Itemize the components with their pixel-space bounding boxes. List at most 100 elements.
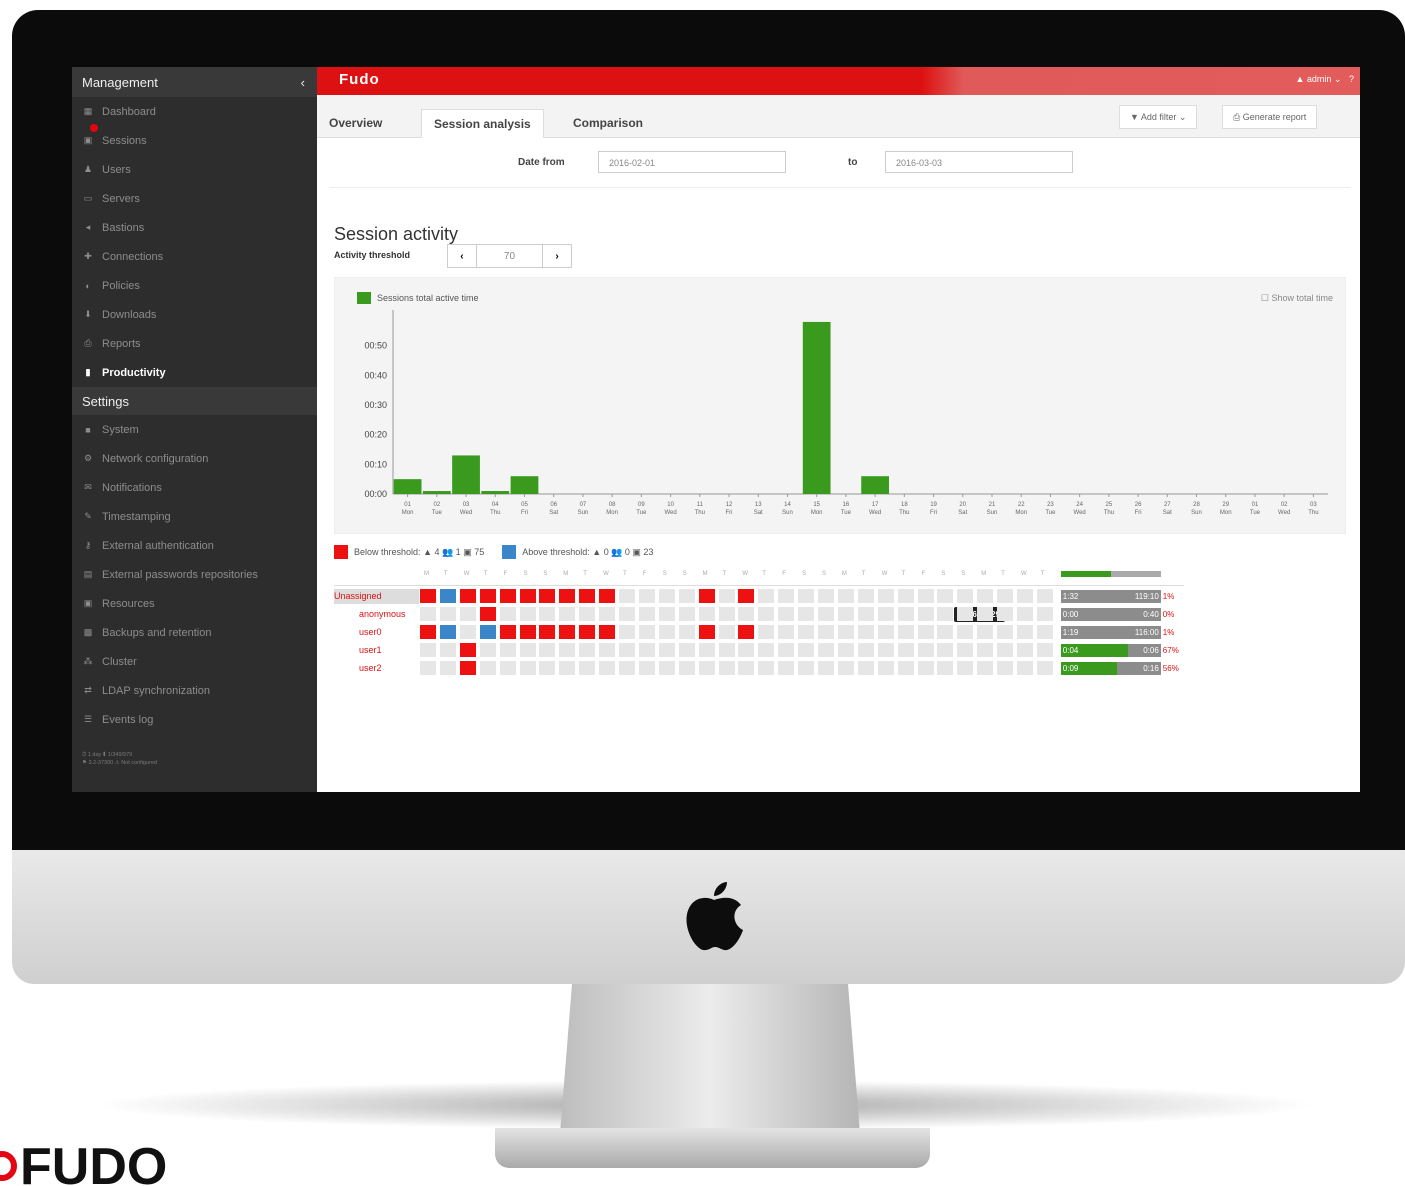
heatmap-cell[interactable]: [678, 607, 695, 621]
heatmap-cell[interactable]: [718, 625, 735, 639]
heatmap-cell[interactable]: [519, 589, 536, 603]
sidebar-item-dashboard[interactable]: ▦ Dashboard: [72, 97, 317, 126]
heatmap-cell[interactable]: [698, 607, 715, 621]
heatmap-cell[interactable]: [977, 643, 994, 657]
heatmap-cell[interactable]: [937, 661, 954, 675]
heatmap-cell[interactable]: [420, 589, 436, 603]
heatmap-cell[interactable]: [638, 661, 655, 675]
heatmap-cell[interactable]: [439, 625, 456, 639]
heatmap-cell[interactable]: [778, 661, 795, 675]
heatmap-cell[interactable]: [857, 589, 874, 603]
heatmap-cell[interactable]: [698, 643, 715, 657]
heatmap-cell[interactable]: [658, 661, 675, 675]
heatmap-row-name[interactable]: Unassigned: [334, 589, 419, 604]
heatmap-cell[interactable]: [539, 625, 556, 639]
heatmap-cell[interactable]: [559, 589, 576, 603]
sidebar-item-backups-and-retention[interactable]: ▩ Backups and retention: [72, 618, 317, 647]
heatmap-cell[interactable]: [638, 607, 655, 621]
heatmap-cell[interactable]: [459, 607, 476, 621]
sidebar-item-bastions[interactable]: ◂ Bastions: [72, 213, 317, 242]
heatmap-cell[interactable]: [877, 589, 894, 603]
heatmap-cell[interactable]: [897, 643, 914, 657]
sidebar-item-external-authentication[interactable]: ⚷ External authentication: [72, 531, 317, 560]
heatmap-cell[interactable]: [738, 589, 755, 603]
heatmap-cell[interactable]: [977, 607, 994, 621]
sidebar-item-external-passwords-repositories[interactable]: ▤ External passwords repositories: [72, 560, 317, 589]
heatmap-cell[interactable]: [997, 625, 1014, 639]
heatmap-cell[interactable]: [599, 607, 616, 621]
heatmap-cell[interactable]: [837, 643, 854, 657]
sidebar-item-system[interactable]: ■ System: [72, 415, 317, 444]
heatmap-cell[interactable]: [519, 661, 536, 675]
sidebar-item-events-log[interactable]: ☰ Events log: [72, 705, 317, 734]
heatmap-cell[interactable]: [837, 661, 854, 675]
heatmap-cell[interactable]: [818, 625, 834, 639]
heatmap-cell[interactable]: [758, 661, 775, 675]
heatmap-cell[interactable]: [917, 625, 934, 639]
heatmap-cell[interactable]: [1017, 625, 1033, 639]
sidebar-item-ldap-synchronization[interactable]: ⇄ LDAP synchronization: [72, 676, 317, 705]
sidebar-item-downloads[interactable]: ⬇ Downloads: [72, 300, 317, 329]
heatmap-cell[interactable]: [499, 625, 516, 639]
heatmap-cell[interactable]: [1036, 589, 1053, 603]
heatmap-cell[interactable]: [897, 661, 914, 675]
heatmap-cell[interactable]: [1017, 643, 1033, 657]
heatmap-cell[interactable]: [479, 661, 496, 675]
heatmap-cell[interactable]: [579, 607, 596, 621]
heatmap-cell[interactable]: [579, 625, 596, 639]
heatmap-cell[interactable]: [758, 589, 775, 603]
heatmap-cell[interactable]: [539, 661, 556, 675]
heatmap-cell[interactable]: [818, 643, 834, 657]
heatmap-cell[interactable]: [619, 607, 635, 621]
heatmap-cell[interactable]: [778, 607, 795, 621]
heatmap-cell[interactable]: [937, 589, 954, 603]
heatmap-cell[interactable]: [439, 589, 456, 603]
heatmap-cell[interactable]: [877, 607, 894, 621]
sidebar-item-resources[interactable]: ▣ Resources: [72, 589, 317, 618]
heatmap-cell[interactable]: [917, 643, 934, 657]
heatmap-cell[interactable]: [818, 607, 834, 621]
heatmap-cell[interactable]: [619, 589, 635, 603]
heatmap-cell[interactable]: [897, 625, 914, 639]
heatmap-cell[interactable]: [1017, 661, 1033, 675]
sidebar-item-productivity[interactable]: ▮ Productivity: [72, 358, 317, 387]
heatmap-cell[interactable]: [758, 607, 775, 621]
heatmap-row-name[interactable]: user1: [334, 643, 419, 658]
heatmap-cell[interactable]: [837, 589, 854, 603]
heatmap-row-name[interactable]: user0: [334, 625, 419, 640]
heatmap-cell[interactable]: [638, 625, 655, 639]
heatmap-cell[interactable]: [499, 643, 516, 657]
tab-overview[interactable]: Overview: [317, 109, 394, 137]
heatmap-cell[interactable]: [559, 643, 576, 657]
heatmap-cell[interactable]: [857, 625, 874, 639]
heatmap-cell[interactable]: [519, 643, 536, 657]
heatmap-cell[interactable]: [1017, 607, 1033, 621]
heatmap-cell[interactable]: [857, 607, 874, 621]
heatmap-cell[interactable]: [599, 661, 616, 675]
heatmap-cell[interactable]: [479, 607, 496, 621]
heatmap-cell[interactable]: [579, 643, 596, 657]
heatmap-cell[interactable]: [997, 661, 1014, 675]
heatmap-cell[interactable]: [579, 589, 596, 603]
heatmap-cell[interactable]: [997, 643, 1014, 657]
generate-report-button[interactable]: ⎙ Generate report: [1222, 105, 1318, 129]
heatmap-cell[interactable]: [798, 589, 815, 603]
heatmap-cell[interactable]: [718, 589, 735, 603]
heatmap-cell[interactable]: [718, 643, 735, 657]
heatmap-cell[interactable]: [877, 661, 894, 675]
heatmap-cell[interactable]: [420, 643, 436, 657]
heatmap-cell[interactable]: [857, 661, 874, 675]
heatmap-cell[interactable]: [519, 607, 536, 621]
heatmap-cell[interactable]: [778, 589, 795, 603]
heatmap-cell[interactable]: [698, 589, 715, 603]
help-icon[interactable]: ?: [1349, 74, 1354, 84]
user-menu[interactable]: ▲ admin ⌄ ?: [1295, 74, 1354, 85]
sidebar-item-servers[interactable]: ▭ Servers: [72, 184, 317, 213]
heatmap-cell[interactable]: [917, 589, 934, 603]
chevron-left-icon[interactable]: ‹: [301, 75, 305, 90]
heatmap-row-name[interactable]: anonymous: [334, 607, 419, 622]
heatmap-cell[interactable]: [897, 589, 914, 603]
heatmap-cell[interactable]: [1017, 589, 1033, 603]
heatmap-cell[interactable]: [897, 607, 914, 621]
heatmap-cell[interactable]: [539, 607, 556, 621]
